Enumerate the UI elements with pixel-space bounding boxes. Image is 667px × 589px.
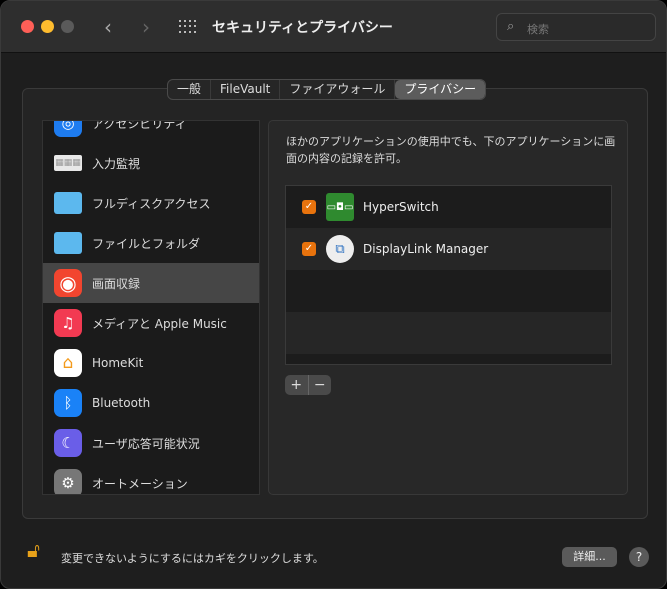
search-icon: ⌕ <box>507 19 515 34</box>
sidebar-item-label: 画面収録 <box>92 276 141 291</box>
sidebar-item-homekit[interactable]: ⌂ HomeKit <box>43 343 259 383</box>
sidebar-item-files-folders[interactable]: ファイルとフォルダ <box>43 223 259 263</box>
titlebar: ‹ › セキュリティとプライバシー ⌕ 検索 <box>1 1 666 53</box>
lock-icon[interactable]: 🔓︎ <box>27 538 40 562</box>
sidebar-item-label: オートメーション <box>92 476 188 491</box>
sidebar-item-label: ファイルとフォルダ <box>92 236 201 251</box>
show-all-grid-icon[interactable] <box>179 20 196 34</box>
empty-row <box>286 312 611 354</box>
sidebar-item-input-monitoring[interactable]: ▦▦▦ 入力監視 <box>43 143 259 183</box>
accessibility-icon: ◎ <box>54 121 82 137</box>
sidebar-item-label: ユーザ応答可能状況 <box>92 436 200 451</box>
home-icon: ⌂ <box>54 349 82 377</box>
list-item[interactable]: ✓ ⧉ DisplayLink Manager <box>286 228 611 270</box>
tab-bar: 一般 FileVault ファイアウォール プライバシー <box>167 79 487 100</box>
sidebar-item-label: メディアと Apple Music <box>92 316 227 331</box>
forward-button[interactable]: › <box>142 15 150 39</box>
sidebar-item-label: フルディスクアクセス <box>92 196 211 211</box>
help-button[interactable]: ? <box>629 547 649 567</box>
privacy-category-list[interactable]: ◎ アクセシビリティ ▦▦▦ 入力監視 フルディスクアクセス ファイルとフォルダ ◉… <box>42 120 260 495</box>
window-title: セキュリティとプライバシー <box>212 20 393 36</box>
sidebar-item-bluetooth[interactable]: ᛒ Bluetooth <box>43 383 259 423</box>
app-name: HyperSwitch <box>363 200 439 214</box>
window: ‹ › セキュリティとプライバシー ⌕ 検索 一般 FileVault ファイアウ… <box>0 0 667 589</box>
advanced-button[interactable]: 詳細... <box>562 547 617 567</box>
sidebar-item-media-apple-music[interactable]: ♫ メディアと Apple Music <box>43 303 259 343</box>
keyboard-icon: ▦▦▦ <box>54 155 82 171</box>
add-button[interactable]: + <box>285 375 309 395</box>
bluetooth-icon: ᛒ <box>54 389 82 417</box>
moon-icon: ☾ <box>54 429 82 457</box>
tab-privacy[interactable]: プライバシー <box>395 80 486 99</box>
sidebar-item-full-disk-access[interactable]: フルディスクアクセス <box>43 183 259 223</box>
search-input[interactable]: ⌕ 検索 <box>496 13 656 41</box>
empty-row <box>286 270 611 312</box>
remove-button[interactable]: − <box>309 375 332 395</box>
tab-filevault[interactable]: FileVault <box>211 80 281 99</box>
list-item[interactable]: ✓ ▭◘▭ HyperSwitch <box>286 186 611 228</box>
sidebar-item-accessibility[interactable]: ◎ アクセシビリティ <box>43 120 259 143</box>
lock-text: 変更できないようにするにはカギをクリックします。 <box>61 552 324 565</box>
folder-icon <box>54 232 82 254</box>
detail-panel: ほかのアプリケーションの使用中でも、下のアプリケーションに画面の内容の記録を許可… <box>268 120 628 495</box>
hyperswitch-app-icon: ▭◘▭ <box>326 193 354 221</box>
sidebar-item-screen-recording[interactable]: ◉ 画面収録 <box>43 263 259 303</box>
music-icon: ♫ <box>54 309 82 337</box>
sidebar-item-label: Bluetooth <box>92 396 151 410</box>
folder-icon <box>54 192 82 214</box>
app-checkbox[interactable]: ✓ <box>302 242 316 256</box>
sidebar-item-automation[interactable]: ⚙ オートメーション <box>43 463 259 494</box>
sidebar-item-label: 入力監視 <box>92 156 141 171</box>
add-remove-control: + − <box>285 375 331 395</box>
search-placeholder: 検索 <box>527 23 549 36</box>
close-button[interactable] <box>21 20 34 33</box>
app-checkbox[interactable]: ✓ <box>302 200 316 214</box>
sidebar-item-label: HomeKit <box>92 356 144 370</box>
displaylink-app-icon: ⧉ <box>326 235 354 263</box>
description-text: ほかのアプリケーションの使用中でも、下のアプリケーションに画面の内容の記録を許可… <box>286 135 616 165</box>
app-list[interactable]: ✓ ▭◘▭ HyperSwitch ✓ ⧉ DisplayLink Manager <box>285 185 612 365</box>
sidebar-item-focus-status[interactable]: ☾ ユーザ応答可能状況 <box>43 423 259 463</box>
app-name: DisplayLink Manager <box>363 242 489 256</box>
tab-general[interactable]: 一般 <box>168 80 212 99</box>
sidebar-item-label: アクセシビリティ <box>92 120 187 131</box>
back-button[interactable]: ‹ <box>104 15 112 39</box>
zoom-button[interactable] <box>61 20 74 33</box>
minimize-button[interactable] <box>41 20 54 33</box>
screen-record-icon: ◉ <box>54 269 82 297</box>
tab-firewall[interactable]: ファイアウォール <box>280 80 396 99</box>
gear-icon: ⚙ <box>54 469 82 494</box>
